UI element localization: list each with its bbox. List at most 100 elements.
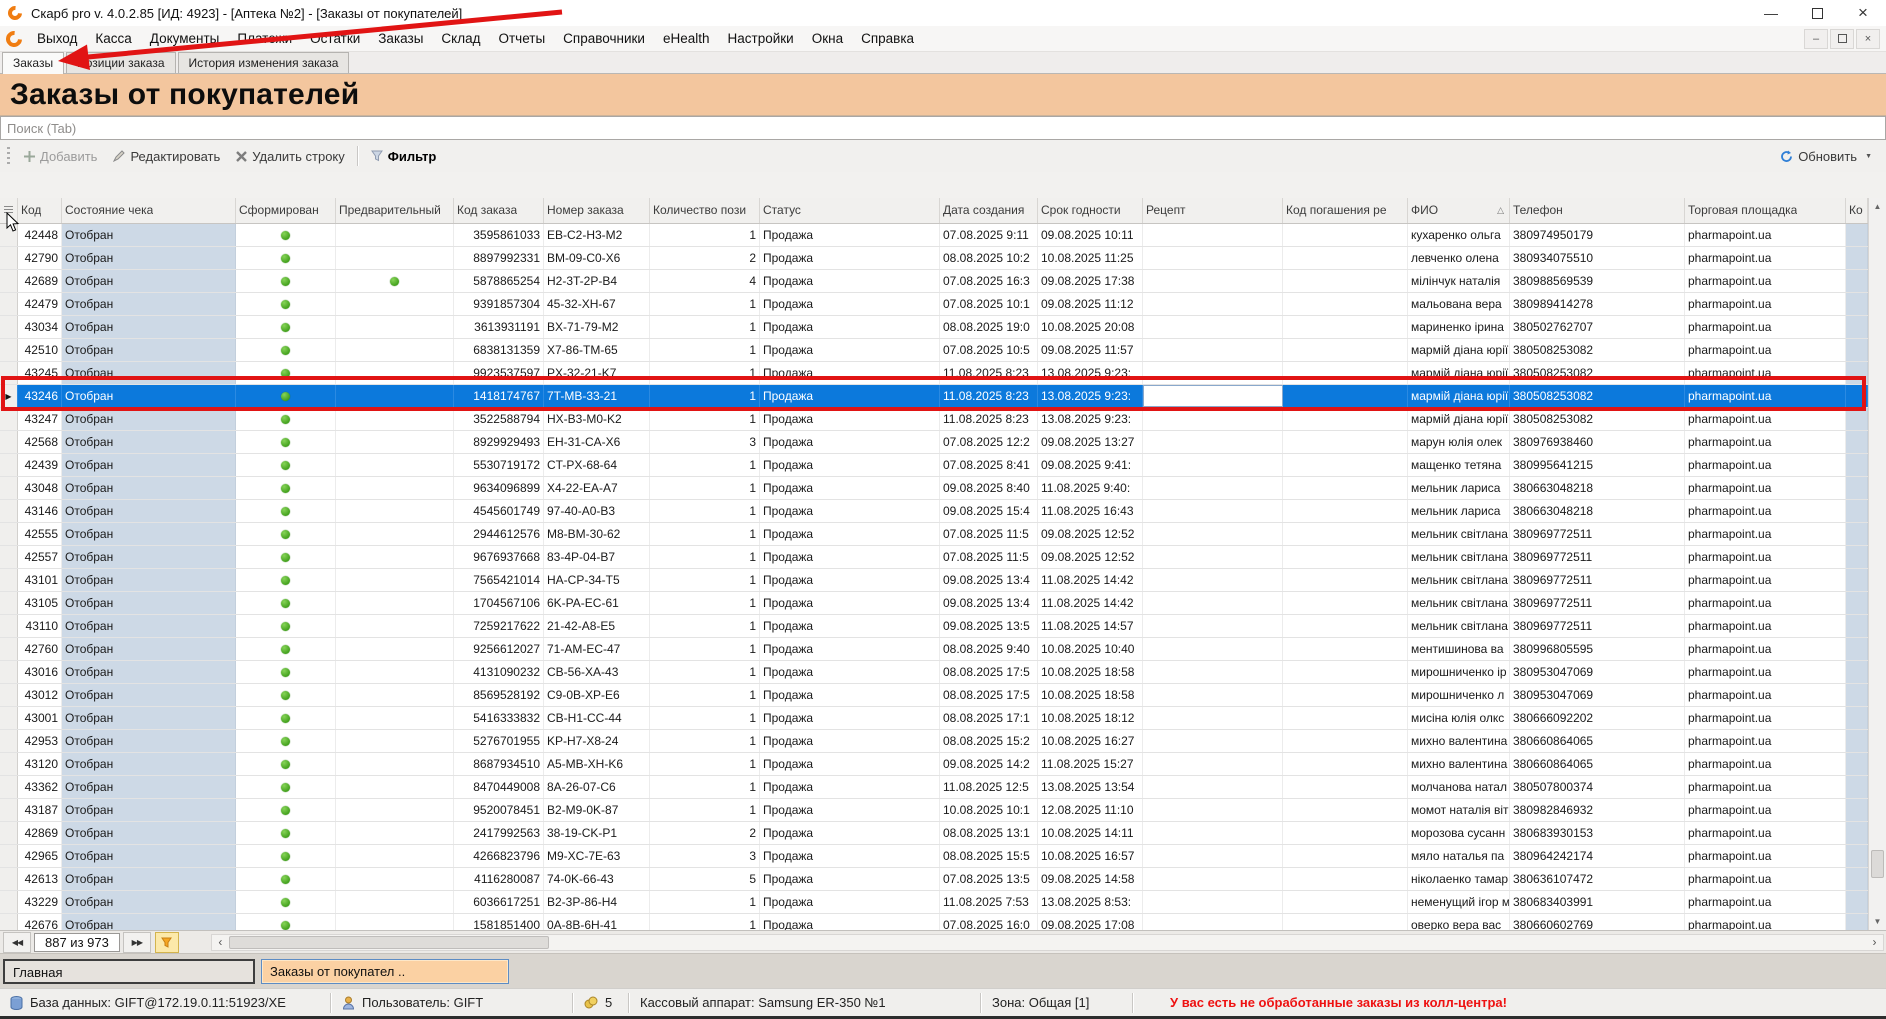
scroll-left-icon[interactable]: ‹ (212, 935, 229, 950)
cell-recipe[interactable] (1143, 477, 1283, 499)
cell-fio[interactable]: кухаренко ольга (1408, 224, 1510, 246)
cell-expiry[interactable]: 10.08.2025 14:11 (1038, 822, 1143, 844)
table-row[interactable]: 43016Отобран4131090232CB-56-XA-431Продаж… (0, 661, 1868, 684)
cell-state[interactable]: Отобран (62, 845, 236, 867)
cell-order_no[interactable]: X4-22-EA-A7 (544, 477, 650, 499)
vertical-scrollbar[interactable]: ▲ ▼ (1868, 198, 1886, 930)
cell-recipe[interactable] (1143, 316, 1283, 338)
cell-formed[interactable] (236, 615, 336, 637)
cell-redeem[interactable] (1283, 546, 1408, 568)
cell-ind[interactable] (0, 431, 18, 453)
cell-created[interactable]: 07.08.2025 11:5 (940, 546, 1038, 568)
cell-status[interactable]: Продажа (760, 408, 940, 430)
cell-formed[interactable] (236, 385, 336, 407)
cell-formed[interactable] (236, 891, 336, 913)
cell-kod[interactable]: 42790 (18, 247, 62, 269)
delete-row-button[interactable]: Удалить строку (228, 144, 353, 168)
cell-order_code[interactable]: 8470449008 (454, 776, 544, 798)
table-row[interactable]: 43048Отобран9634096899X4-22-EA-A71Продаж… (0, 477, 1868, 500)
cell-redeem[interactable] (1283, 569, 1408, 591)
cell-ind[interactable] (0, 270, 18, 292)
cell-redeem[interactable] (1283, 477, 1408, 499)
cell-qty[interactable]: 1 (650, 500, 760, 522)
cell-prelim[interactable] (336, 868, 454, 890)
cell-qty[interactable]: 1 (650, 661, 760, 683)
cell-formed[interactable] (236, 247, 336, 269)
cell-ind[interactable] (0, 408, 18, 430)
cell-phone[interactable]: 380996805595 (1510, 638, 1685, 660)
cell-phone[interactable]: 380964242174 (1510, 845, 1685, 867)
cell-phone[interactable]: 380969772511 (1510, 592, 1685, 614)
cell-fio[interactable]: ніколаенко тамар (1408, 868, 1510, 890)
table-row[interactable]: 42479Отобран939185730445-32-XH-671Продаж… (0, 293, 1868, 316)
cell-order_no[interactable]: CB-56-XA-43 (544, 661, 650, 683)
cell-order_code[interactable]: 1581851400 (454, 914, 544, 930)
cell-created[interactable]: 11.08.2025 7:53 (940, 891, 1038, 913)
cell-fio[interactable]: морозова сусанн (1408, 822, 1510, 844)
cell-order_no[interactable]: 21-42-A8-E5 (544, 615, 650, 637)
vertical-scrollbar-thumb[interactable] (1871, 850, 1884, 878)
cell-ind[interactable] (0, 523, 18, 545)
cell-order_no[interactable]: EB-C2-H3-M2 (544, 224, 650, 246)
cell-shop[interactable]: pharmapoint.ua (1685, 500, 1846, 522)
cell-status[interactable]: Продажа (760, 293, 940, 315)
cell-formed[interactable] (236, 224, 336, 246)
cell-shop[interactable]: pharmapoint.ua (1685, 868, 1846, 890)
cell-order_no[interactable]: A5-MB-XH-K6 (544, 753, 650, 775)
cell-kod[interactable]: 43048 (18, 477, 62, 499)
cell-qty[interactable]: 3 (650, 431, 760, 453)
cell-expiry[interactable]: 10.08.2025 10:40 (1038, 638, 1143, 660)
menu-item-Справка[interactable]: Справка (852, 26, 923, 51)
cell-state[interactable]: Отобран (62, 362, 236, 384)
cell-fio[interactable]: мельник лариса (1408, 500, 1510, 522)
table-row[interactable]: 42439Отобран5530719172CT-PX-68-641Продаж… (0, 454, 1868, 477)
cell-prelim[interactable] (336, 799, 454, 821)
cell-shop[interactable]: pharmapoint.ua (1685, 546, 1846, 568)
cell-formed[interactable] (236, 431, 336, 453)
cell-formed[interactable] (236, 776, 336, 798)
cell-expiry[interactable]: 10.08.2025 16:27 (1038, 730, 1143, 752)
cell-phone[interactable]: 380663048218 (1510, 477, 1685, 499)
cell-formed[interactable] (236, 822, 336, 844)
cell-expiry[interactable]: 11.08.2025 14:42 (1038, 592, 1143, 614)
cell-redeem[interactable] (1283, 362, 1408, 384)
cell-redeem[interactable] (1283, 684, 1408, 706)
cell-fio[interactable]: мармій діана юрії (1408, 408, 1510, 430)
cell-status[interactable]: Продажа (760, 684, 940, 706)
cell-ind[interactable] (0, 730, 18, 752)
cell-created[interactable]: 08.08.2025 13:1 (940, 822, 1038, 844)
cell-status[interactable]: Продажа (760, 753, 940, 775)
cell-formed[interactable] (236, 592, 336, 614)
cell-order_no[interactable]: B2-3P-86-H4 (544, 891, 650, 913)
cell-redeem[interactable] (1283, 454, 1408, 476)
cell-created[interactable]: 07.08.2025 8:41 (940, 454, 1038, 476)
table-row[interactable]: 43110Отобран725921762221-42-A8-E51Продаж… (0, 615, 1868, 638)
cell-expiry[interactable]: 09.08.2025 13:27 (1038, 431, 1143, 453)
cell-ko[interactable] (1846, 408, 1868, 430)
cell-shop[interactable]: pharmapoint.ua (1685, 431, 1846, 453)
cell-recipe[interactable] (1143, 822, 1283, 844)
cell-phone[interactable]: 380976938460 (1510, 431, 1685, 453)
table-row[interactable]: 43034Отобран3613931191BX-71-79-M21Продаж… (0, 316, 1868, 339)
table-row[interactable]: 42953Отобран5276701955KP-H7-X8-241Продаж… (0, 730, 1868, 753)
cell-ko[interactable] (1846, 270, 1868, 292)
column-header-kod[interactable]: Код (18, 198, 62, 223)
cell-redeem[interactable] (1283, 776, 1408, 798)
cell-phone[interactable]: 380636107472 (1510, 868, 1685, 890)
cell-ko[interactable] (1846, 546, 1868, 568)
cell-expiry[interactable]: 10.08.2025 18:58 (1038, 661, 1143, 683)
cell-recipe[interactable] (1143, 730, 1283, 752)
cell-phone[interactable]: 380988569539 (1510, 270, 1685, 292)
cell-recipe[interactable] (1143, 592, 1283, 614)
cell-state[interactable]: Отобран (62, 776, 236, 798)
cell-ind[interactable] (0, 339, 18, 361)
cell-status[interactable]: Продажа (760, 707, 940, 729)
cell-expiry[interactable]: 09.08.2025 14:58 (1038, 868, 1143, 890)
cell-phone[interactable]: 380969772511 (1510, 615, 1685, 637)
cell-prelim[interactable] (336, 408, 454, 430)
cell-order_no[interactable]: EH-31-CA-X6 (544, 431, 650, 453)
minimize-button[interactable]: — (1748, 0, 1794, 26)
table-row[interactable]: 43229Отобран6036617251B2-3P-86-H41Продаж… (0, 891, 1868, 914)
cell-qty[interactable]: 1 (650, 914, 760, 930)
cell-expiry[interactable]: 09.08.2025 11:57 (1038, 339, 1143, 361)
